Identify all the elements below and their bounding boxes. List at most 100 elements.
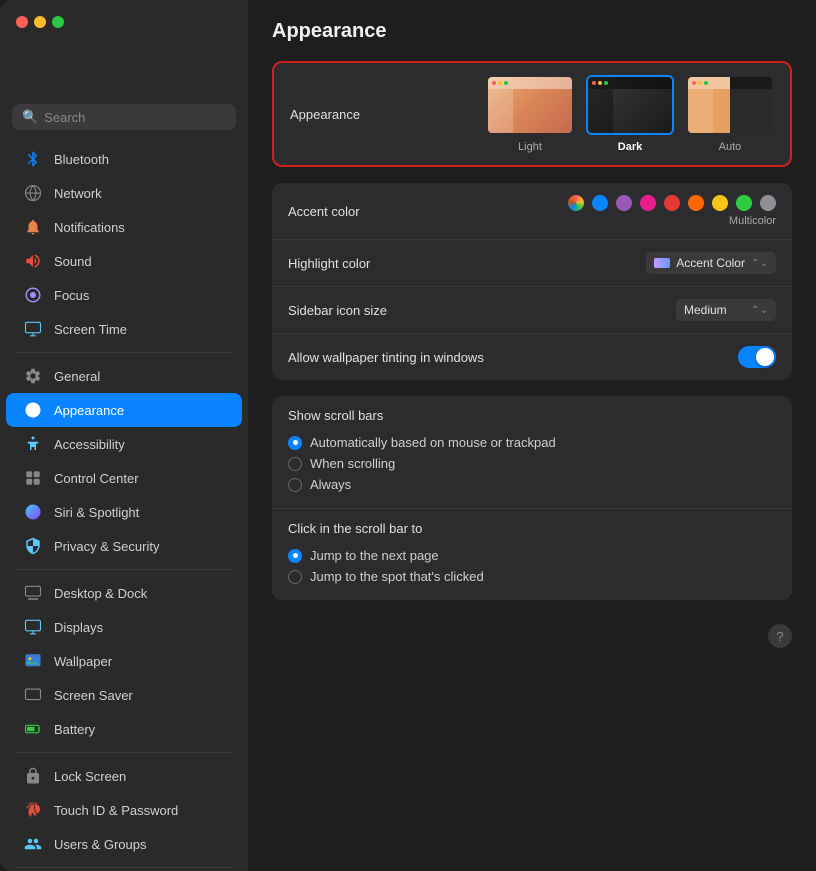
appearance-thumbnail-auto[interactable] — [686, 75, 774, 135]
appearance-option-auto[interactable]: Auto — [686, 75, 774, 153]
scroll-bars-auto-label: Automatically based on mouse or trackpad — [310, 435, 556, 450]
appearance-option-label-auto: Auto — [719, 141, 742, 153]
maximize-button[interactable] — [52, 16, 64, 28]
toggle-knob — [756, 348, 774, 366]
sidebar-item-appearance[interactable]: Appearance — [6, 393, 242, 427]
color-dot-red[interactable] — [664, 195, 680, 211]
help-btn-container: ? — [272, 616, 792, 648]
help-button[interactable]: ? — [768, 624, 792, 648]
sidebar-item-privacy[interactable]: Privacy & Security — [6, 529, 242, 563]
scroll-click-spot-option[interactable]: Jump to the spot that's clicked — [288, 569, 776, 584]
sidebar-item-label-accessibility: Accessibility — [54, 437, 125, 452]
scroll-bars-always-label: Always — [310, 477, 351, 492]
wallpaper-tinting-toggle[interactable] — [738, 346, 776, 368]
highlight-color-label: Highlight color — [288, 256, 370, 271]
thumb-dark-bg — [588, 77, 672, 133]
accent-color-inline: Accent color Mul — [288, 195, 776, 227]
thumb-dot — [592, 81, 596, 85]
sidebar-item-label-control-center: Control Center — [54, 471, 139, 486]
displays-icon — [22, 616, 44, 638]
appearance-section-label: Appearance — [290, 107, 360, 122]
traffic-lights — [16, 16, 64, 28]
scroll-click-spot-label: Jump to the spot that's clicked — [310, 569, 484, 584]
sidebar-item-focus[interactable]: Focus — [6, 278, 242, 312]
color-dot-orange[interactable] — [688, 195, 704, 211]
appearance-options: Light — [486, 75, 774, 153]
sidebar-item-wallpaper[interactable]: Wallpaper — [6, 644, 242, 678]
sidebar-item-network[interactable]: Network — [6, 176, 242, 210]
highlight-color-swatch — [654, 258, 670, 268]
sidebar-item-label-users-groups: Users & Groups — [54, 837, 146, 852]
sidebar-item-label-wallpaper: Wallpaper — [54, 654, 112, 669]
show-scroll-bars-label: Show scroll bars — [288, 408, 776, 423]
desktop-dock-icon — [22, 582, 44, 604]
sidebar-item-screen-time[interactable]: Screen Time — [6, 312, 242, 346]
close-button[interactable] — [16, 16, 28, 28]
thumb-light-bg — [488, 77, 572, 133]
sidebar-item-label-screen-saver: Screen Saver — [54, 688, 133, 703]
scroll-bars-scrolling-label: When scrolling — [310, 456, 395, 471]
sidebar-item-accessibility[interactable]: Accessibility — [6, 427, 242, 461]
highlight-color-dropdown[interactable]: Accent Color ⌃⌄ — [646, 252, 776, 274]
color-dot-yellow[interactable] — [712, 195, 728, 211]
sidebar-item-bluetooth[interactable]: Bluetooth — [6, 142, 242, 176]
color-dots — [568, 195, 776, 211]
color-dot-purple[interactable] — [616, 195, 632, 211]
sidebar-icon-size-label: Sidebar icon size — [288, 303, 387, 318]
sidebar-item-battery[interactable]: Battery — [6, 712, 242, 746]
sidebar-icon-size-dropdown[interactable]: Medium ⌃⌄ — [676, 299, 776, 321]
color-dot-multicolor[interactable] — [568, 195, 584, 211]
sidebar-item-label-notifications: Notifications — [54, 220, 125, 235]
scroll-bar-click-label: Click in the scroll bar to — [288, 521, 776, 536]
thumb-dot — [492, 81, 496, 85]
control-center-icon — [22, 467, 44, 489]
sidebar-divider-2 — [16, 569, 232, 570]
sidebar-item-label-screen-time: Screen Time — [54, 322, 127, 337]
sidebar-item-displays[interactable]: Displays — [6, 610, 242, 644]
appearance-thumbnail-dark[interactable] — [586, 75, 674, 135]
network-icon — [22, 182, 44, 204]
sidebar-item-label-desktop-dock: Desktop & Dock — [54, 586, 147, 601]
appearance-option-label-light: Light — [518, 141, 542, 153]
appearance-option-dark[interactable]: Dark — [586, 75, 674, 153]
thumb-dot — [704, 81, 708, 85]
sidebar-item-control-center[interactable]: Control Center — [6, 461, 242, 495]
color-dot-pink[interactable] — [640, 195, 656, 211]
scroll-bars-block: Show scroll bars Automatically based on … — [272, 396, 792, 600]
battery-icon — [22, 718, 44, 740]
appearance-thumbnail-light[interactable] — [486, 75, 574, 135]
focus-icon — [22, 284, 44, 306]
sidebar-item-desktop-dock[interactable]: Desktop & Dock — [6, 576, 242, 610]
scroll-click-next-page-option[interactable]: Jump to the next page — [288, 548, 776, 563]
search-input[interactable] — [44, 110, 226, 125]
scroll-click-next-page-label: Jump to the next page — [310, 548, 439, 563]
radio-circle-always — [288, 478, 302, 492]
scroll-bars-scrolling-option[interactable]: When scrolling — [288, 456, 776, 471]
search-box[interactable]: 🔍 — [12, 104, 236, 130]
wallpaper-icon — [22, 650, 44, 672]
sidebar-item-lock-screen[interactable]: Lock Screen — [6, 759, 242, 793]
sidebar-item-touch-id[interactable]: Touch ID & Password — [6, 793, 242, 827]
dropdown-arrow-icon-2: ⌃⌄ — [751, 305, 768, 316]
lock-screen-icon — [22, 765, 44, 787]
thumb-dot — [698, 81, 702, 85]
scroll-bars-always-option[interactable]: Always — [288, 477, 776, 492]
wallpaper-tinting-row: Allow wallpaper tinting in windows — [272, 334, 792, 380]
sidebar-item-notifications[interactable]: Notifications — [6, 210, 242, 244]
color-dot-gray[interactable] — [760, 195, 776, 211]
appearance-section: Appearance — [272, 61, 792, 167]
sidebar-item-general[interactable]: General — [6, 359, 242, 393]
sidebar-item-screen-saver[interactable]: Screen Saver — [6, 678, 242, 712]
siri-icon — [22, 501, 44, 523]
sidebar-item-sound[interactable]: Sound — [6, 244, 242, 278]
appearance-option-label-dark: Dark — [618, 141, 642, 153]
color-dot-blue[interactable] — [592, 195, 608, 211]
sidebar-item-users-groups[interactable]: Users & Groups — [6, 827, 242, 861]
scroll-bars-auto-option[interactable]: Automatically based on mouse or trackpad — [288, 435, 776, 450]
appearance-option-light[interactable]: Light — [486, 75, 574, 153]
color-dot-green[interactable] — [736, 195, 752, 211]
scroll-bars-radio-group: Automatically based on mouse or trackpad… — [288, 431, 776, 496]
sidebar-item-siri[interactable]: Siri & Spotlight — [6, 495, 242, 529]
main-window: 🔍 Bluetooth Network Notificati — [0, 0, 816, 871]
minimize-button[interactable] — [34, 16, 46, 28]
